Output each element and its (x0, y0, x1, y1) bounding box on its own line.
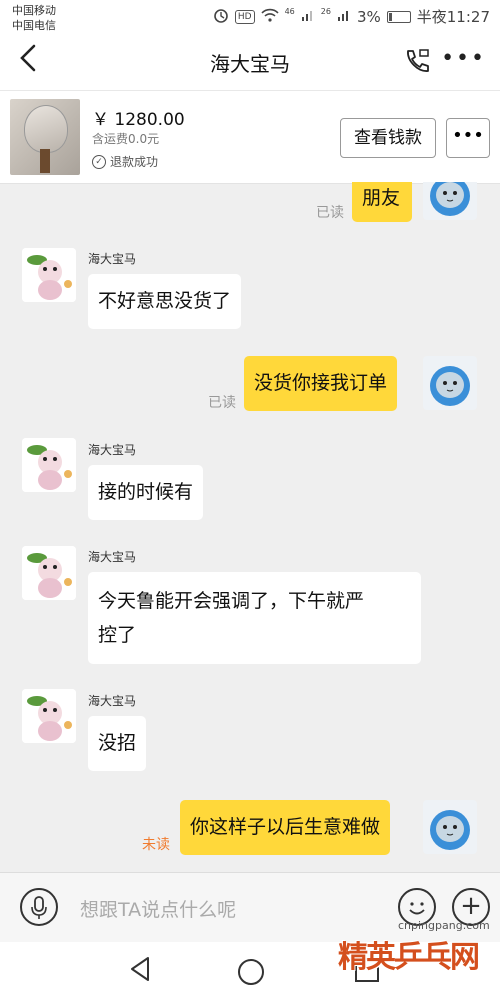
product-more-button[interactable]: ••• (446, 118, 490, 158)
message-bubble-other[interactable]: 没招 (88, 716, 147, 771)
self-avatar[interactable] (423, 356, 477, 410)
watermark-url: cnpingpang.com (398, 919, 490, 932)
read-status: 已读 (208, 395, 236, 411)
microphone-icon[interactable] (20, 888, 58, 926)
view-money-button[interactable]: 查看钱款 (340, 118, 436, 158)
status-bar: 中国移动 中国电信 HD 46 26 3% 半夜11:27 (0, 0, 500, 34)
battery-percent: 3% (356, 7, 381, 26)
unread-status: 未读 (142, 837, 170, 853)
contact-avatar[interactable] (22, 546, 76, 600)
message-bubble-other[interactable]: 接的时候有 (88, 465, 204, 520)
network-type-2: 26 (320, 7, 331, 16)
refund-status-text: 退款成功 (110, 155, 159, 169)
message-bubble-other[interactable]: 不好意思没货了 (88, 274, 242, 329)
hd-icon: HD (234, 9, 255, 24)
chat-header: 海大宝马 ••• (0, 34, 500, 90)
network-type-1: 46 (284, 7, 295, 16)
message-line: 今天鲁能开会强调了，下午就严 (98, 590, 365, 612)
nav-home-icon[interactable] (238, 959, 264, 985)
alarm-icon (213, 7, 229, 27)
sender-name: 海大宝马 (88, 550, 137, 564)
contact-avatar[interactable] (22, 438, 76, 492)
battery-icon (386, 10, 411, 23)
product-thumbnail[interactable] (10, 99, 80, 175)
sender-name: 海大宝马 (88, 252, 137, 266)
self-avatar[interactable] (423, 800, 477, 854)
nav-back-icon[interactable] (128, 956, 152, 986)
carrier-2: 中国电信 (12, 19, 56, 32)
product-card: ￥ 1280.00 含运费0.0元 ✓ 退款成功 查看钱款 ••• (0, 90, 500, 184)
signal-icon-1 (301, 8, 315, 26)
carrier-1: 中国移动 (12, 4, 56, 17)
contact-avatar[interactable] (22, 689, 76, 743)
wifi-icon (261, 8, 279, 26)
message-bubble-other[interactable]: 今天鲁能开会强调了，下午就严 控了 (88, 572, 421, 664)
read-status: 已读 (316, 205, 344, 221)
chat-area[interactable]: 已读 朋友 海大宝马 不好意思没货了 已读 没货你接我订单 海大宝马 接的时候有… (0, 182, 500, 872)
check-circle-icon: ✓ (92, 154, 106, 169)
message-line: 控了 (98, 624, 137, 646)
product-price: ￥ 1280.00 (92, 110, 185, 130)
message-input[interactable]: 想跟TA说点什么呢 (80, 895, 236, 922)
watermark-logo: 精英乒乓网 (338, 940, 480, 975)
refund-status: ✓ 退款成功 (92, 153, 158, 170)
message-bubble-self[interactable]: 没货你接我订单 (244, 356, 398, 411)
self-avatar[interactable] (423, 182, 477, 220)
sender-name: 海大宝马 (88, 443, 137, 457)
shipping-fee: 含运费0.0元 (92, 132, 160, 146)
clock: 半夜11:27 (416, 8, 490, 26)
message-bubble-self[interactable]: 你这样子以后生意难做 (180, 800, 391, 855)
signal-icon-2 (337, 8, 351, 26)
contact-avatar[interactable] (22, 248, 76, 302)
message-bubble-self[interactable]: 朋友 (352, 182, 412, 222)
status-icons: HD 46 26 3% 半夜11:27 (213, 6, 490, 27)
sender-name: 海大宝马 (88, 694, 137, 708)
more-options-icon[interactable]: ••• (441, 46, 486, 71)
phone-call-icon[interactable] (402, 46, 432, 80)
